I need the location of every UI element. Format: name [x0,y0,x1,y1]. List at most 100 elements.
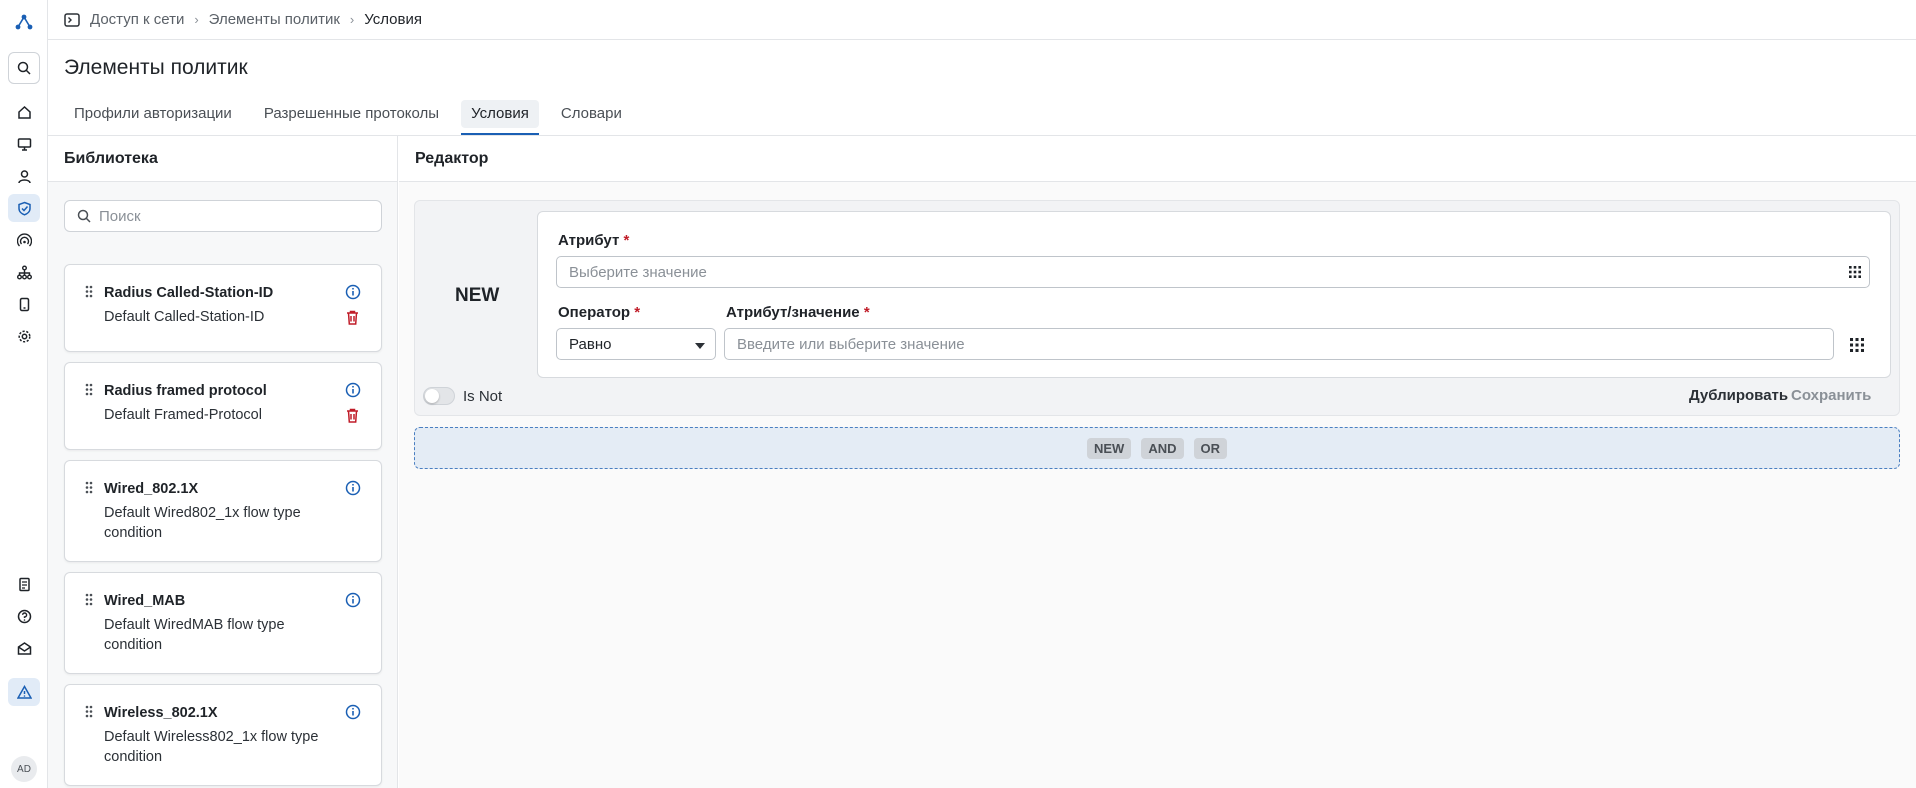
nav-home[interactable] [8,98,40,126]
network-icon [16,265,32,279]
list-item[interactable]: Wireless_802.1X Default Wireless802_1x f… [64,684,382,786]
attribute-select[interactable] [556,256,1870,288]
condition-block-label: NEW [455,285,500,306]
home-icon [17,105,31,119]
info-icon[interactable] [345,480,361,500]
editor-panel: Редактор NEW Атрибут * Оператор * Равно … [399,136,1916,788]
condition-form: Атрибут * Оператор * Равно Атрибут/значе… [537,211,1891,378]
drag-handle-icon[interactable] [85,285,93,302]
nav-messages[interactable] [8,634,40,662]
chevron-right-icon: › [349,12,355,27]
condition-list: Radius Called-Station-ID Default Called-… [64,264,382,788]
grid-icon[interactable] [1850,338,1864,356]
is-not-toggle[interactable] [423,387,455,405]
global-search-button[interactable] [8,52,40,84]
condition-description: Default WiredMAB flow type condition [104,617,285,653]
nav-alerts[interactable] [8,678,40,706]
list-item[interactable]: Wired_802.1X Default Wired802_1x flow ty… [64,460,382,562]
and-chip[interactable]: AND [1141,437,1184,459]
tab-bar: Профили авторизации Разрешенные протокол… [64,100,644,136]
value-input[interactable] [737,335,1833,353]
save-button[interactable]: Сохранить [1791,387,1871,404]
operator-select[interactable]: Равно [556,328,716,360]
new-chip[interactable]: NEW [1086,437,1132,459]
nav-settings[interactable] [8,322,40,350]
duplicate-button[interactable]: Дублировать [1689,387,1788,404]
editor-title: Редактор [399,136,1916,182]
library-panel: Библиотека Radius Called-Station-ID Defa… [48,136,398,788]
library-search [64,200,382,232]
value-label-text: Атрибут/значение [726,304,860,321]
required-mark: * [634,304,641,321]
condition-block: NEW Атрибут * Оператор * Равно Атрибут/з… [414,200,1900,416]
condition-description: Default Called-Station-ID [104,309,265,325]
is-not-toggle-row: Is Not [423,387,502,405]
value-label: Атрибут/значение * [726,304,870,321]
sidebar-toggle-icon[interactable] [64,12,80,27]
grid-icon[interactable] [1849,265,1861,282]
nav-docs[interactable] [8,570,40,598]
condition-title: Wireless_802.1X [104,705,218,721]
list-item[interactable]: Wired_MAB Default WiredMAB flow type con… [64,572,382,674]
condition-title: Radius Called-Station-ID [104,285,274,301]
condition-title: Radius framed protocol [104,383,267,399]
nav-devices[interactable] [8,130,40,158]
or-chip[interactable]: OR [1193,437,1227,459]
list-item[interactable]: Radius Called-Station-ID Default Called-… [64,264,382,352]
operator-label-text: Оператор [558,304,631,321]
drag-handle-icon[interactable] [85,705,93,722]
search-icon [77,209,91,223]
chevron-right-icon: › [194,12,199,27]
trash-icon[interactable] [346,310,359,329]
info-icon[interactable] [345,284,361,304]
required-mark: * [623,232,630,249]
mail-icon [17,641,31,655]
info-icon[interactable] [345,592,361,612]
library-title: Библиотека [48,136,397,182]
breadcrumb-item[interactable]: Доступ к сети [90,11,184,28]
help-icon [17,609,31,623]
tab-allowed-protocols[interactable]: Разрешенные протоколы [254,100,449,128]
gear-icon [17,329,31,343]
breadcrumb: Доступ к сети › Элементы политик › Услов… [90,11,422,28]
operator-value: Равно [569,335,612,353]
nav-users[interactable] [8,162,40,190]
condition-description: Default Framed-Protocol [104,407,262,423]
drag-handle-icon[interactable] [85,593,93,610]
user-icon [17,169,31,183]
info-icon[interactable] [345,704,361,724]
tab-dictionaries[interactable]: Словари [551,100,632,128]
nav-mobile[interactable] [8,290,40,318]
info-icon[interactable] [345,382,361,402]
tab-authorization-profiles[interactable]: Профили авторизации [64,100,242,128]
list-item[interactable]: Radius framed protocol Default Framed-Pr… [64,362,382,450]
drag-handle-icon[interactable] [85,383,93,400]
add-condition-zone[interactable]: NEW AND OR [414,427,1900,469]
nav-help[interactable] [8,602,40,630]
condition-description: Default Wired802_1x flow type condition [104,505,301,541]
nav-wireless[interactable] [8,226,40,254]
value-field[interactable] [724,328,1834,360]
shield-check-icon [17,201,31,216]
breadcrumb-item[interactable]: Элементы политик [209,11,340,28]
attribute-label: Атрибут * [558,232,629,249]
attribute-input[interactable] [569,263,1869,281]
left-rail: AD [0,0,48,788]
condition-title: Wired_802.1X [104,481,199,497]
nav-network[interactable] [8,258,40,286]
drag-handle-icon[interactable] [85,481,93,498]
avatar[interactable]: AD [11,756,37,782]
trash-icon[interactable] [346,408,359,427]
tab-conditions[interactable]: Условия [461,100,539,135]
condition-title: Wired_MAB [104,593,186,609]
toggle-knob [425,389,439,403]
document-icon [18,577,30,591]
page-title: Элементы политик [64,56,248,79]
breadcrumb-current: Условия [364,11,422,28]
library-search-input[interactable] [99,207,369,225]
app-logo-icon[interactable] [12,10,36,34]
broadcast-icon [16,232,32,246]
nav-policy[interactable] [8,194,40,222]
condition-description: Default Wireless802_1x flow type conditi… [104,729,319,765]
search-icon [17,61,31,75]
